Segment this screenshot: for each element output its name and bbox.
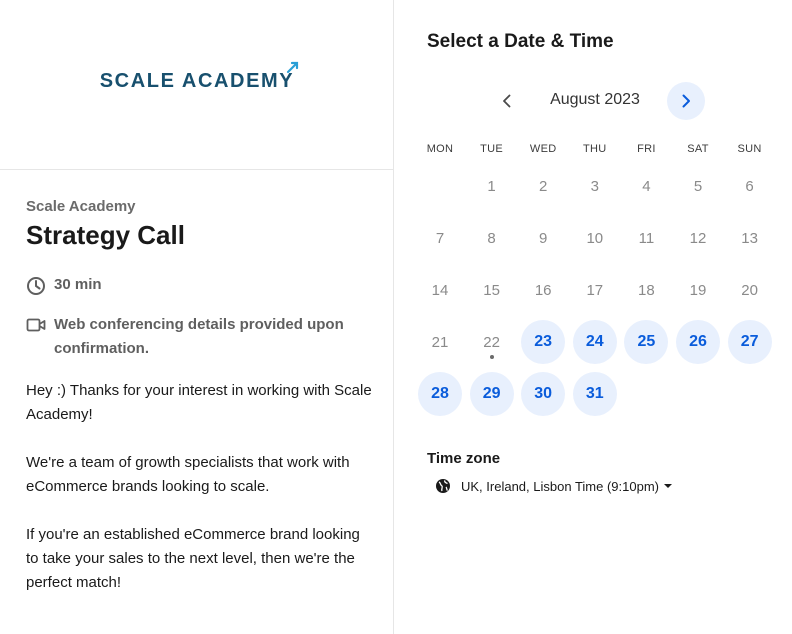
chevron-right-icon	[682, 94, 690, 108]
calendar-day: 15	[483, 281, 500, 299]
timezone-value: UK, Ireland, Lisbon Time (9:10pm)	[461, 478, 659, 494]
logo-area: SCALE ACADEMY	[0, 0, 394, 170]
calendar-day: 16	[534, 281, 552, 299]
calendar-day: 2	[539, 177, 548, 195]
calendar-day: 18	[638, 281, 655, 299]
conferencing-row: Web conferencing details provided upon c…	[26, 313, 366, 361]
dropdown-caret-icon	[663, 484, 672, 488]
previous-month-button[interactable]	[489, 83, 525, 119]
calendar-day: 10	[586, 229, 604, 247]
globe-icon	[436, 479, 450, 493]
calendar-day: 12	[689, 229, 707, 247]
logo-arrow-icon	[287, 61, 299, 74]
calendar-day: 3	[590, 177, 599, 195]
calendar-day: 17	[586, 281, 604, 299]
calendar-day-available[interactable]: 31	[572, 372, 617, 416]
calendar-day: 6	[745, 177, 754, 195]
timezone-label: Time zone	[427, 450, 501, 467]
calendar-day: 4	[642, 177, 651, 195]
description-paragraph: If you're an established eCommerce brand…	[26, 526, 360, 591]
calendar-day-available[interactable]: 26	[676, 320, 720, 364]
calendar-day-available[interactable]: 30	[521, 372, 566, 416]
weekday-label: WED	[529, 143, 557, 155]
date-picker-panel: Select a Date & Time August 2023 MON TUE W…	[395, 0, 792, 634]
month-label: August 2023	[550, 91, 640, 108]
calendar-day-available[interactable]: 29	[469, 372, 514, 416]
description-paragraph: Hey :) Thanks for your interest in worki…	[26, 382, 372, 423]
calendar-day-available[interactable]: 27	[727, 320, 772, 364]
weekday-label: SAT	[687, 143, 709, 155]
calendar-day: 14	[431, 281, 449, 299]
calendar-day: 8	[487, 229, 496, 247]
calendar-day: 7	[435, 229, 445, 247]
calendar-day: 19	[689, 281, 707, 299]
calendar-day-available[interactable]: 25	[624, 320, 669, 364]
today-indicator	[489, 355, 494, 359]
description-paragraph: We're a team of growth specialists that …	[26, 454, 350, 495]
calendar-day-available[interactable]: 24	[572, 320, 617, 364]
weekday-label: FRI	[637, 143, 656, 155]
calendar-day: 5	[693, 177, 703, 195]
duration-row: 30 min	[26, 276, 102, 296]
weekday-label: MON	[426, 143, 454, 155]
weekday-label: SUN	[737, 143, 762, 155]
chevron-left-icon	[503, 94, 511, 108]
calendar-day-available[interactable]: 28	[418, 372, 462, 416]
weekday-label: TUE	[480, 143, 504, 155]
organizer-name: Scale Academy	[26, 198, 136, 215]
brand-logo: SCALE ACADEMY	[100, 61, 299, 93]
calendar-day: 21	[431, 333, 449, 351]
calendar-day-available[interactable]: 23	[521, 320, 566, 364]
calendar-day: 13	[741, 229, 758, 247]
event-details-panel: SCALE ACADEMY Scale Academy Strategy Cal…	[0, 0, 394, 634]
calendar-day: 1	[487, 177, 496, 195]
conferencing-text: Web conferencing details provided upon c…	[54, 316, 344, 357]
duration-text: 30 min	[54, 276, 102, 293]
weekday-label: THU	[583, 143, 607, 155]
timezone-selector[interactable]: UK, Ireland, Lisbon Time (9:10pm)	[435, 478, 672, 494]
calendar-day: 9	[539, 229, 548, 247]
clock-icon	[27, 277, 45, 295]
date-picker-heading: Select a Date & Time	[427, 31, 614, 52]
calendar-day: 11	[638, 229, 655, 247]
calendar-day: 20	[741, 281, 758, 299]
video-camera-icon	[26, 318, 46, 332]
event-title: Strategy Call	[26, 220, 185, 250]
next-month-button[interactable]	[667, 82, 705, 120]
